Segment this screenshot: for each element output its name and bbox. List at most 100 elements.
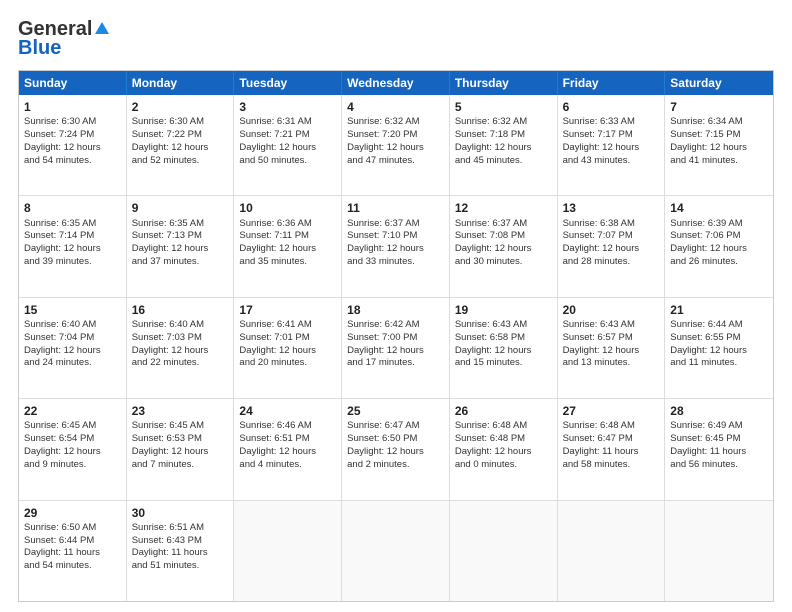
day-info-line: Sunrise: 6:50 AM <box>24 522 121 535</box>
cal-cell-day-13: 13Sunrise: 6:38 AMSunset: 7:07 PMDayligh… <box>558 196 666 296</box>
day-number: 15 <box>24 302 121 318</box>
day-info-line: Sunset: 7:22 PM <box>132 129 229 142</box>
cal-cell-empty <box>665 501 773 601</box>
day-info-line: Sunrise: 6:51 AM <box>132 522 229 535</box>
day-info-line: and 24 minutes. <box>24 357 121 370</box>
day-info-line: Sunrise: 6:37 AM <box>455 218 552 231</box>
day-info-line: Sunrise: 6:45 AM <box>132 420 229 433</box>
day-number: 19 <box>455 302 552 318</box>
day-info-line: Sunrise: 6:34 AM <box>670 116 768 129</box>
day-info-line: Daylight: 12 hours <box>670 243 768 256</box>
day-info-line: Sunrise: 6:40 AM <box>24 319 121 332</box>
day-info-line: Sunrise: 6:49 AM <box>670 420 768 433</box>
day-info-line: Daylight: 12 hours <box>347 243 444 256</box>
calendar: SundayMondayTuesdayWednesdayThursdayFrid… <box>18 70 774 602</box>
day-number: 20 <box>563 302 660 318</box>
day-info-line: Sunset: 7:03 PM <box>132 332 229 345</box>
day-info-line: Daylight: 11 hours <box>132 547 229 560</box>
cal-cell-day-7: 7Sunrise: 6:34 AMSunset: 7:15 PMDaylight… <box>665 95 773 195</box>
header-day-wednesday: Wednesday <box>342 71 450 95</box>
day-info-line: and 50 minutes. <box>239 155 336 168</box>
day-info-line: Daylight: 12 hours <box>24 142 121 155</box>
day-info-line: Sunset: 7:08 PM <box>455 230 552 243</box>
day-number: 13 <box>563 200 660 216</box>
day-info-line: Sunset: 7:15 PM <box>670 129 768 142</box>
cal-cell-empty <box>558 501 666 601</box>
cal-cell-day-15: 15Sunrise: 6:40 AMSunset: 7:04 PMDayligh… <box>19 298 127 398</box>
logo: General Blue <box>18 18 110 60</box>
day-info-line: Sunrise: 6:38 AM <box>563 218 660 231</box>
day-info-line: Daylight: 12 hours <box>670 345 768 358</box>
day-info-line: Daylight: 12 hours <box>24 446 121 459</box>
day-info-line: Sunset: 7:11 PM <box>239 230 336 243</box>
day-number: 12 <box>455 200 552 216</box>
day-info-line: Daylight: 12 hours <box>347 142 444 155</box>
cal-cell-day-1: 1Sunrise: 6:30 AMSunset: 7:24 PMDaylight… <box>19 95 127 195</box>
day-number: 1 <box>24 99 121 115</box>
day-info-line: Daylight: 12 hours <box>347 446 444 459</box>
day-info-line: Sunrise: 6:41 AM <box>239 319 336 332</box>
day-info-line: Daylight: 12 hours <box>132 243 229 256</box>
day-info-line: Sunrise: 6:48 AM <box>563 420 660 433</box>
day-number: 6 <box>563 99 660 115</box>
cal-cell-day-9: 9Sunrise: 6:35 AMSunset: 7:13 PMDaylight… <box>127 196 235 296</box>
day-number: 28 <box>670 403 768 419</box>
cal-week-1: 1Sunrise: 6:30 AMSunset: 7:24 PMDaylight… <box>19 95 773 196</box>
day-info-line: Daylight: 12 hours <box>455 142 552 155</box>
day-info-line: and 45 minutes. <box>455 155 552 168</box>
day-info-line: Sunrise: 6:47 AM <box>347 420 444 433</box>
day-info-line: Daylight: 12 hours <box>132 142 229 155</box>
day-info-line: Sunrise: 6:43 AM <box>455 319 552 332</box>
day-info-line: Daylight: 12 hours <box>563 345 660 358</box>
day-number: 8 <box>24 200 121 216</box>
cal-cell-day-26: 26Sunrise: 6:48 AMSunset: 6:48 PMDayligh… <box>450 399 558 499</box>
day-info-line: and 30 minutes. <box>455 256 552 269</box>
cal-cell-day-20: 20Sunrise: 6:43 AMSunset: 6:57 PMDayligh… <box>558 298 666 398</box>
cal-cell-day-6: 6Sunrise: 6:33 AMSunset: 7:17 PMDaylight… <box>558 95 666 195</box>
header-day-thursday: Thursday <box>450 71 558 95</box>
cal-cell-day-17: 17Sunrise: 6:41 AMSunset: 7:01 PMDayligh… <box>234 298 342 398</box>
day-number: 4 <box>347 99 444 115</box>
day-info-line: Daylight: 12 hours <box>563 142 660 155</box>
cal-cell-day-11: 11Sunrise: 6:37 AMSunset: 7:10 PMDayligh… <box>342 196 450 296</box>
day-info-line: Sunrise: 6:45 AM <box>24 420 121 433</box>
day-number: 30 <box>132 505 229 521</box>
day-info-line: and 43 minutes. <box>563 155 660 168</box>
day-info-line: Sunrise: 6:40 AM <box>132 319 229 332</box>
cal-cell-day-2: 2Sunrise: 6:30 AMSunset: 7:22 PMDaylight… <box>127 95 235 195</box>
day-info-line: Sunset: 6:58 PM <box>455 332 552 345</box>
day-info-line: Sunset: 6:53 PM <box>132 433 229 446</box>
day-info-line: Daylight: 11 hours <box>24 547 121 560</box>
day-info-line: and 15 minutes. <box>455 357 552 370</box>
day-number: 9 <box>132 200 229 216</box>
day-info-line: Sunrise: 6:43 AM <box>563 319 660 332</box>
day-info-line: and 41 minutes. <box>670 155 768 168</box>
day-number: 11 <box>347 200 444 216</box>
calendar-body: 1Sunrise: 6:30 AMSunset: 7:24 PMDaylight… <box>19 95 773 601</box>
day-number: 14 <box>670 200 768 216</box>
cal-cell-day-16: 16Sunrise: 6:40 AMSunset: 7:03 PMDayligh… <box>127 298 235 398</box>
day-info-line: Sunrise: 6:37 AM <box>347 218 444 231</box>
cal-week-5: 29Sunrise: 6:50 AMSunset: 6:44 PMDayligh… <box>19 501 773 601</box>
day-info-line: Sunset: 7:01 PM <box>239 332 336 345</box>
cal-cell-day-3: 3Sunrise: 6:31 AMSunset: 7:21 PMDaylight… <box>234 95 342 195</box>
cal-week-4: 22Sunrise: 6:45 AMSunset: 6:54 PMDayligh… <box>19 399 773 500</box>
cal-cell-empty <box>234 501 342 601</box>
cal-cell-day-18: 18Sunrise: 6:42 AMSunset: 7:00 PMDayligh… <box>342 298 450 398</box>
day-info-line: and 52 minutes. <box>132 155 229 168</box>
day-info-line: Daylight: 12 hours <box>239 345 336 358</box>
day-info-line: Sunset: 6:51 PM <box>239 433 336 446</box>
day-info-line: and 51 minutes. <box>132 560 229 573</box>
cal-cell-day-19: 19Sunrise: 6:43 AMSunset: 6:58 PMDayligh… <box>450 298 558 398</box>
calendar-header: SundayMondayTuesdayWednesdayThursdayFrid… <box>19 71 773 95</box>
day-info-line: and 58 minutes. <box>563 459 660 472</box>
day-info-line: Sunrise: 6:39 AM <box>670 218 768 231</box>
day-info-line: Daylight: 12 hours <box>24 345 121 358</box>
logo-blue: Blue <box>18 37 61 60</box>
day-info-line: and 20 minutes. <box>239 357 336 370</box>
day-info-line: and 54 minutes. <box>24 560 121 573</box>
day-number: 7 <box>670 99 768 115</box>
day-info-line: and 17 minutes. <box>347 357 444 370</box>
day-info-line: and 39 minutes. <box>24 256 121 269</box>
day-number: 23 <box>132 403 229 419</box>
